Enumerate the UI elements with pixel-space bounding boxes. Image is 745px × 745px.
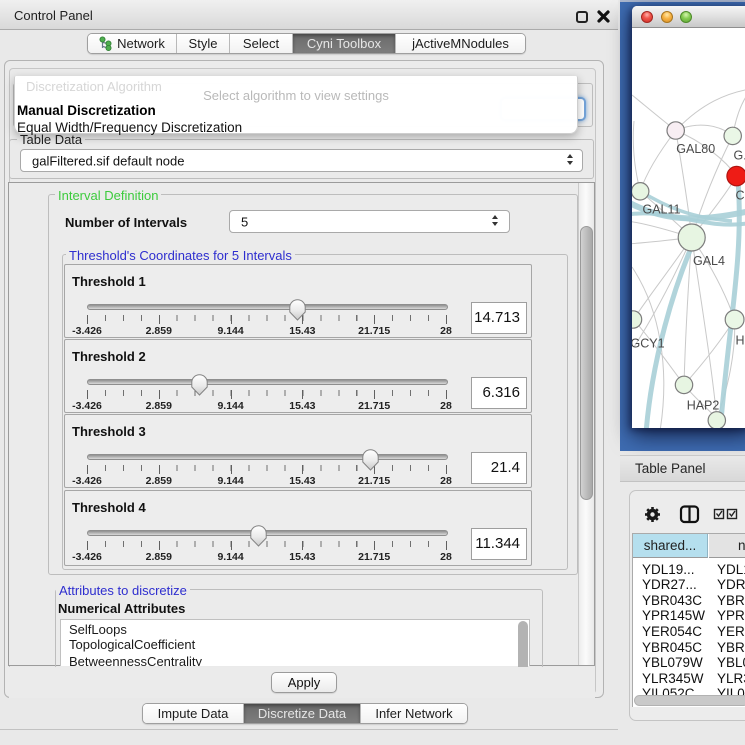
svg-text:GAL11: GAL11 [643, 202, 681, 216]
svg-text:G.: G. [734, 148, 745, 162]
svg-text:GCY1: GCY1 [632, 336, 665, 350]
svg-text:GAL80: GAL80 [676, 142, 715, 156]
svg-text:HAP2: HAP2 [687, 398, 720, 412]
svg-text:H: H [736, 333, 745, 347]
svg-text:GAL4: GAL4 [693, 254, 725, 268]
svg-text:C: C [736, 188, 745, 202]
